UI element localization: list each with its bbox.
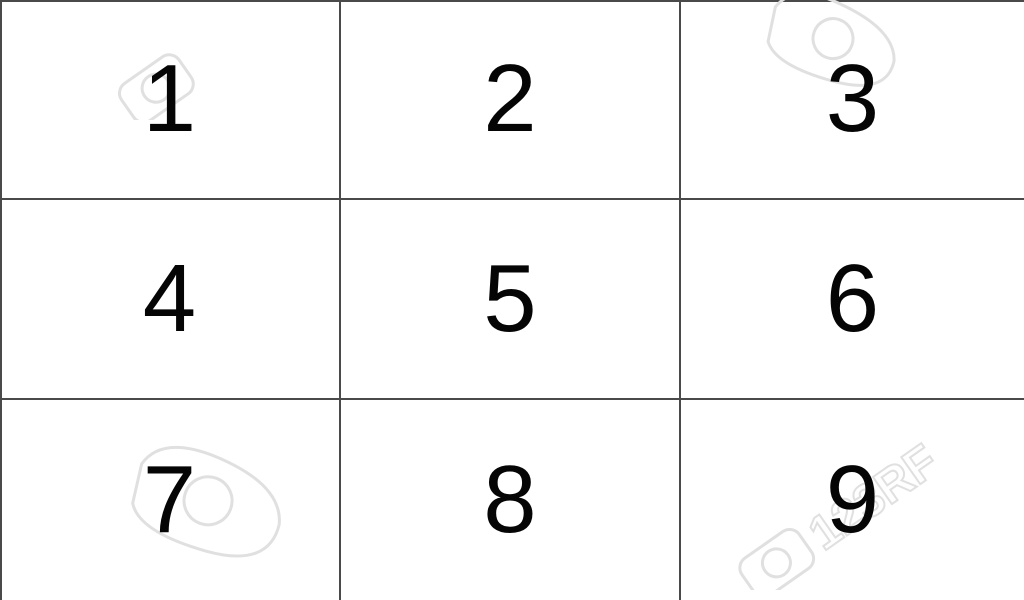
grid-cell-8: 8 [341,400,681,600]
grid-cell-1: 1 [0,0,341,200]
grid-cell-2: 2 [341,0,681,200]
watermark-logo-icon [131,445,281,558]
grid-cell-4: 4 [0,200,341,400]
cell-number: 6 [825,245,880,352]
cell-number: 3 [825,45,880,152]
cell-number: 7 [142,446,197,553]
cell-number: 8 [483,446,537,553]
grid-cell-3: 3 [681,0,1024,200]
grid-cell-5: 5 [341,200,681,400]
grid-cell-9: 123RF 9 [681,400,1024,600]
watermark-logo-icon [118,53,195,120]
number-grid: 1 2 3 4 5 6 7 8 123RF 9 [0,0,1024,600]
cell-number: 4 [142,245,197,352]
cell-number: 1 [142,45,197,152]
cell-number: 2 [483,45,537,152]
cell-number: 9 [825,446,880,553]
cell-number: 5 [483,245,537,352]
grid-cell-7: 7 [0,400,341,600]
grid-cell-6: 6 [681,200,1024,400]
